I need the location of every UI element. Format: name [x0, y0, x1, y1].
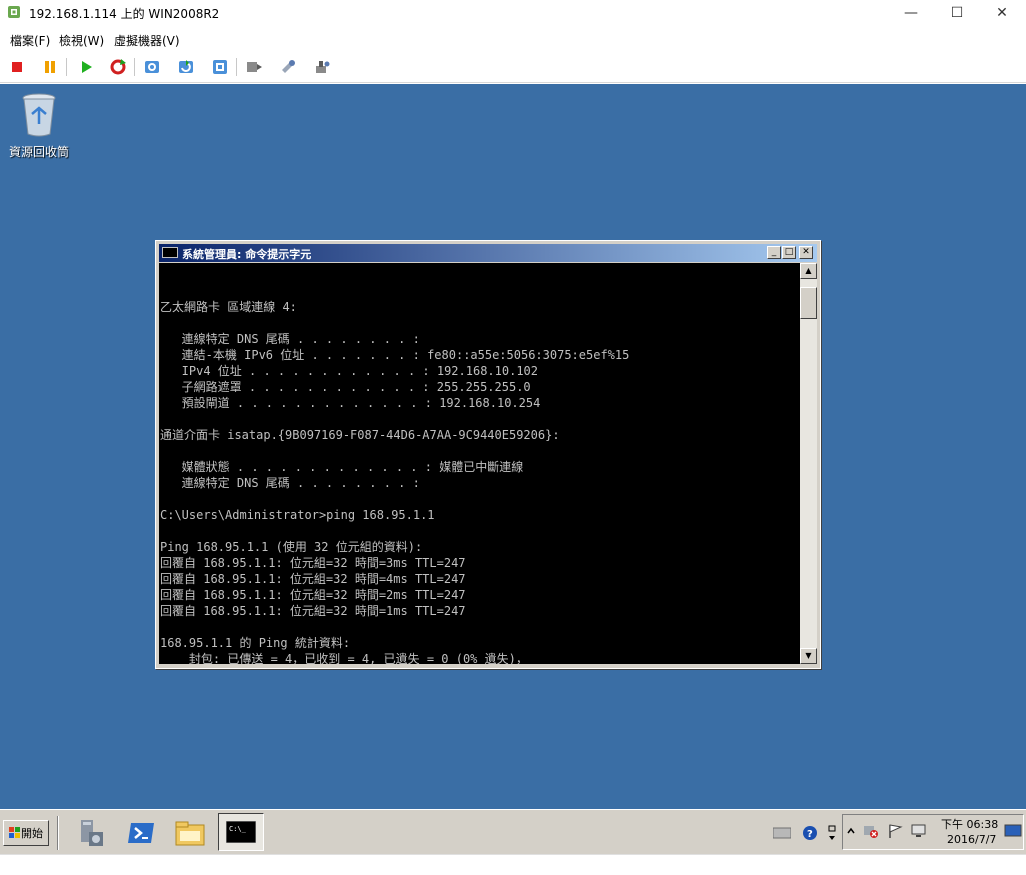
cmd-maximize-button[interactable]: □ [782, 246, 796, 259]
recycle-bin-icon [22, 93, 56, 137]
help-icon[interactable]: ? [798, 819, 822, 847]
action-center-flag-icon[interactable] [885, 817, 905, 845]
menu-file[interactable]: 檔案(F) [10, 32, 50, 49]
status-strip [0, 854, 1026, 875]
console-line: 媒體狀態 . . . . . . . . . . . . . : 媒體已中斷連線 [181, 460, 524, 474]
play-icon[interactable] [75, 56, 97, 78]
tools-icon[interactable] [277, 56, 299, 78]
scroll-thumb[interactable] [800, 287, 817, 319]
stop-icon[interactable] [6, 56, 28, 78]
reset-icon[interactable] [107, 56, 129, 78]
console-line: 連結-本機 IPv6 位址 . . . . . . . : fe80::a55e… [181, 348, 630, 362]
console-line: C:\Users\Administrator>ping 168.95.1.1 [160, 508, 435, 522]
display-icon[interactable] [909, 817, 929, 845]
language-bar-options-icon[interactable] [824, 819, 840, 847]
close-button[interactable]: ✕ [979, 0, 1025, 26]
server-manager-icon[interactable] [74, 816, 108, 850]
clock-date[interactable]: 2016/7/7 [947, 833, 996, 846]
snapshot-icon[interactable] [141, 56, 163, 78]
recycle-bin-shortcut[interactable]: 資源回收筒 [4, 92, 74, 160]
console-line: Ping 168.95.1.1 (使用 32 位元組的資料): [160, 540, 423, 554]
show-hidden-icons-icon[interactable] [845, 817, 857, 845]
console-line: 回覆自 168.95.1.1: 位元組=32 時間=4ms TTL=247 [160, 572, 466, 586]
svg-text:C:\_: C:\_ [229, 825, 247, 833]
scroll-up-icon[interactable]: ▲ [800, 263, 817, 279]
powershell-icon[interactable] [124, 816, 158, 850]
explorer-icon[interactable] [173, 816, 207, 850]
cmd-icon: C:\_ [226, 821, 256, 843]
network-status-icon[interactable] [861, 817, 881, 845]
console-output[interactable]: 乙太網路卡 區域連線 4: 連線特定 DNS 尾碼 . . . . . . . … [159, 263, 800, 664]
maximize-button[interactable]: ☐ [934, 0, 980, 26]
toolbar [0, 52, 1026, 83]
cmd-title: 系統管理員: 命令提示字元 [182, 248, 312, 261]
revert-snapshot-icon[interactable] [175, 56, 197, 78]
recycle-bin-label: 資源回收筒 [8, 145, 69, 159]
pause-icon[interactable] [39, 56, 61, 78]
menu-view[interactable]: 檢視(W) [59, 32, 104, 49]
minimize-button[interactable]: — [888, 0, 934, 26]
console-line: 連線特定 DNS 尾碼 . . . . . . . . : [181, 332, 420, 346]
start-label: 開始 [21, 827, 43, 840]
window-title: 192.168.1.114 上的 WIN2008R2 [29, 7, 220, 21]
console-line: 168.95.1.1 的 Ping 統計資料: [160, 636, 351, 650]
console-line: IPv4 位址 . . . . . . . . . . . . : 192.16… [181, 364, 539, 378]
console-line: 連線特定 DNS 尾碼 . . . . . . . . : [181, 476, 420, 490]
toolbar-separator [66, 58, 67, 76]
cmd-minimize-button[interactable]: _ [767, 246, 781, 259]
window-titlebar: 192.168.1.114 上的 WIN2008R2 — ☐ ✕ [0, 0, 1026, 26]
menu-bar: 檔案(F) 檢視(W) 虛擬機器(V) [0, 29, 1026, 49]
console-line: 乙太網路卡 區域連線 4: [160, 300, 297, 314]
console-line: 封包: 已傳送 = 4，已收到 = 4, 已遺失 = 0 (0% 遺失)， [160, 652, 528, 664]
menu-vm[interactable]: 虛擬機器(V) [114, 32, 180, 49]
cmd-window: 系統管理員: 命令提示字元 _ □ ✕ 乙太網路卡 區域連線 4: 連線特定 D… [155, 240, 821, 669]
taskbar-cmd-button[interactable]: C:\_ [218, 813, 264, 851]
keyboard-icon[interactable] [770, 819, 794, 847]
console-line: 回覆自 168.95.1.1: 位元組=32 時間=2ms TTL=247 [160, 588, 466, 602]
console-line: 通道介面卡 isatap.{9B097169-F087-44D6-A7AA-9C… [160, 428, 560, 442]
windows-logo-icon [9, 827, 20, 838]
guest-taskbar: 開始 C:\_ ? [0, 809, 1026, 854]
toolbar-separator [134, 58, 135, 76]
cmd-icon [162, 247, 178, 258]
clock-time[interactable]: 下午 06:38 [941, 816, 998, 832]
console-line: 預設閘道 . . . . . . . . . . . . . : 192.168… [181, 396, 541, 410]
svg-text:?: ? [807, 829, 813, 840]
scroll-down-icon[interactable]: ▼ [800, 648, 817, 664]
taskbar-separator [57, 816, 59, 850]
toolbar-separator [236, 58, 237, 76]
vsphere-client-icon [8, 6, 20, 18]
cmd-scrollbar[interactable]: ▲ ▼ [800, 263, 817, 664]
console-line: 子網路遮罩 . . . . . . . . . . . . : 255.255.… [181, 380, 531, 394]
snapshot-manager-icon[interactable] [209, 56, 231, 78]
console-text: 乙太網路卡 區域連線 4: 連線特定 DNS 尾碼 . . . . . . . … [159, 263, 800, 664]
usb-icon[interactable] [243, 56, 265, 78]
cmd-titlebar: 系統管理員: 命令提示字元 _ □ ✕ [159, 244, 817, 262]
show-desktop-icon[interactable] [1002, 817, 1024, 845]
settings-icon[interactable] [311, 56, 333, 78]
console-line: 回覆自 168.95.1.1: 位元組=32 時間=3ms TTL=247 [160, 556, 466, 570]
start-button[interactable]: 開始 [3, 820, 49, 846]
cmd-close-button[interactable]: ✕ [799, 246, 813, 259]
console-line: 回覆自 168.95.1.1: 位元組=32 時間=1ms TTL=247 [160, 604, 466, 618]
